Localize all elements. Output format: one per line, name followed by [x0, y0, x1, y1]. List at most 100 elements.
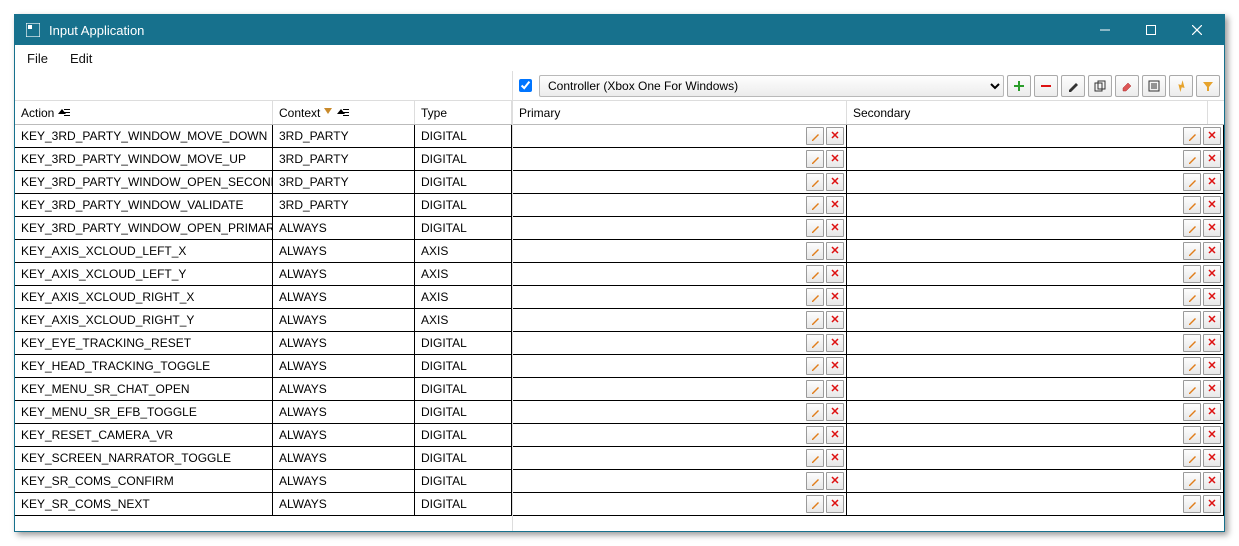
edit-binding-button[interactable]	[806, 196, 824, 214]
edit-binding-button[interactable]	[806, 495, 824, 513]
edit-binding-button[interactable]	[1183, 334, 1201, 352]
clear-binding-button[interactable]: ✕	[1203, 334, 1221, 352]
header-action[interactable]: Action	[15, 101, 273, 124]
edit-binding-button[interactable]	[1183, 219, 1201, 237]
table-row[interactable]: KEY_3RD_PARTY_WINDOW_MOVE_DOWN3RD_PARTYD…	[15, 125, 512, 148]
right-rows[interactable]: ✕ ✕ ✕ ✕ ✕ ✕ ✕ ✕ ✕ ✕ ✕ ✕ ✕ ✕ ✕ ✕ ✕ ✕ ✕ ✕ ✕ ✕ ✕ ✕ ✕ ✕ ✕ ✕ ✕ ✕ ✕ ✕ ✕ ✕	[513, 125, 1224, 531]
edit-binding-button[interactable]	[1183, 403, 1201, 421]
edit-binding-button[interactable]	[806, 403, 824, 421]
edit-button[interactable]	[1061, 75, 1085, 97]
clear-binding-button[interactable]: ✕	[826, 127, 844, 145]
clear-binding-button[interactable]: ✕	[1203, 357, 1221, 375]
copy-button[interactable]	[1088, 75, 1112, 97]
table-row[interactable]: KEY_AXIS_XCLOUD_RIGHT_XALWAYSAXIS	[15, 286, 512, 309]
remove-button[interactable]	[1034, 75, 1058, 97]
filter-button[interactable]	[1196, 75, 1220, 97]
edit-binding-button[interactable]	[1183, 426, 1201, 444]
edit-binding-button[interactable]	[806, 426, 824, 444]
table-row[interactable]: KEY_EYE_TRACKING_RESETALWAYSDIGITAL	[15, 332, 512, 355]
edit-binding-button[interactable]	[1183, 150, 1201, 168]
minimize-button[interactable]	[1082, 15, 1128, 45]
header-secondary[interactable]: Secondary	[847, 101, 1208, 124]
edit-binding-button[interactable]	[806, 357, 824, 375]
clear-binding-button[interactable]: ✕	[1203, 265, 1221, 283]
edit-binding-button[interactable]	[1183, 127, 1201, 145]
table-row[interactable]: KEY_MENU_SR_EFB_TOGGLEALWAYSDIGITAL	[15, 401, 512, 424]
clear-binding-button[interactable]: ✕	[826, 380, 844, 398]
edit-binding-button[interactable]	[1183, 288, 1201, 306]
table-row[interactable]: KEY_SCREEN_NARRATOR_TOGGLEALWAYSDIGITAL	[15, 447, 512, 470]
edit-binding-button[interactable]	[1183, 265, 1201, 283]
edit-binding-button[interactable]	[806, 150, 824, 168]
list-button[interactable]	[1142, 75, 1166, 97]
edit-binding-button[interactable]	[806, 472, 824, 490]
clear-binding-button[interactable]: ✕	[1203, 173, 1221, 191]
add-button[interactable]	[1007, 75, 1031, 97]
sort-icon[interactable]	[58, 108, 68, 118]
clear-binding-button[interactable]: ✕	[1203, 403, 1221, 421]
clear-binding-button[interactable]: ✕	[1203, 311, 1221, 329]
clear-binding-button[interactable]: ✕	[826, 403, 844, 421]
clear-binding-button[interactable]: ✕	[1203, 472, 1221, 490]
edit-binding-button[interactable]	[806, 265, 824, 283]
clear-binding-button[interactable]: ✕	[1203, 127, 1221, 145]
edit-binding-button[interactable]	[1183, 311, 1201, 329]
clear-binding-button[interactable]: ✕	[1203, 380, 1221, 398]
edit-binding-button[interactable]	[806, 311, 824, 329]
table-row[interactable]: KEY_3RD_PARTY_WINDOW_VALIDATE3RD_PARTYDI…	[15, 194, 512, 217]
clear-binding-button[interactable]: ✕	[826, 173, 844, 191]
device-select[interactable]: Controller (Xbox One For Windows)	[539, 75, 1004, 97]
clear-binding-button[interactable]: ✕	[1203, 150, 1221, 168]
table-row[interactable]: KEY_3RD_PARTY_WINDOW_OPEN_PRIMARYALWAYSD…	[15, 217, 512, 240]
edit-binding-button[interactable]	[806, 334, 824, 352]
clear-binding-button[interactable]: ✕	[826, 219, 844, 237]
table-row[interactable]: KEY_AXIS_XCLOUD_RIGHT_YALWAYSAXIS	[15, 309, 512, 332]
device-enable-checkbox[interactable]	[519, 79, 532, 92]
edit-binding-button[interactable]	[806, 127, 824, 145]
clear-binding-button[interactable]: ✕	[826, 495, 844, 513]
clear-binding-button[interactable]: ✕	[1203, 288, 1221, 306]
filter-icon[interactable]	[324, 108, 333, 117]
clear-binding-button[interactable]: ✕	[826, 334, 844, 352]
edit-binding-button[interactable]	[1183, 196, 1201, 214]
clear-binding-button[interactable]: ✕	[826, 449, 844, 467]
erase-button[interactable]	[1115, 75, 1139, 97]
header-primary[interactable]: Primary	[513, 101, 847, 124]
edit-binding-button[interactable]	[1183, 242, 1201, 260]
edit-binding-button[interactable]	[1183, 472, 1201, 490]
edit-binding-button[interactable]	[1183, 495, 1201, 513]
clear-binding-button[interactable]: ✕	[826, 357, 844, 375]
table-row[interactable]: KEY_MENU_SR_CHAT_OPENALWAYSDIGITAL	[15, 378, 512, 401]
maximize-button[interactable]	[1128, 15, 1174, 45]
clear-binding-button[interactable]: ✕	[1203, 219, 1221, 237]
clear-binding-button[interactable]: ✕	[1203, 495, 1221, 513]
clear-binding-button[interactable]: ✕	[1203, 242, 1221, 260]
table-row[interactable]: KEY_AXIS_XCLOUD_LEFT_XALWAYSAXIS	[15, 240, 512, 263]
table-row[interactable]: KEY_SR_COMS_NEXTALWAYSDIGITAL	[15, 493, 512, 516]
flash-button[interactable]	[1169, 75, 1193, 97]
edit-binding-button[interactable]	[1183, 357, 1201, 375]
clear-binding-button[interactable]: ✕	[1203, 426, 1221, 444]
clear-binding-button[interactable]: ✕	[1203, 196, 1221, 214]
edit-binding-button[interactable]	[806, 288, 824, 306]
clear-binding-button[interactable]: ✕	[826, 426, 844, 444]
edit-binding-button[interactable]	[806, 449, 824, 467]
clear-binding-button[interactable]: ✕	[826, 242, 844, 260]
clear-binding-button[interactable]: ✕	[826, 472, 844, 490]
sort-icon[interactable]	[337, 108, 347, 118]
clear-binding-button[interactable]: ✕	[826, 150, 844, 168]
edit-binding-button[interactable]	[806, 380, 824, 398]
edit-binding-button[interactable]	[806, 242, 824, 260]
header-type[interactable]: Type	[415, 101, 512, 124]
clear-binding-button[interactable]: ✕	[826, 288, 844, 306]
edit-binding-button[interactable]	[1183, 449, 1201, 467]
clear-binding-button[interactable]: ✕	[826, 265, 844, 283]
edit-binding-button[interactable]	[806, 173, 824, 191]
clear-binding-button[interactable]: ✕	[826, 196, 844, 214]
table-row[interactable]: KEY_HEAD_TRACKING_TOGGLEALWAYSDIGITAL	[15, 355, 512, 378]
clear-binding-button[interactable]: ✕	[826, 311, 844, 329]
menu-file[interactable]: File	[23, 49, 52, 68]
clear-binding-button[interactable]: ✕	[1203, 449, 1221, 467]
table-row[interactable]: KEY_AXIS_XCLOUD_LEFT_YALWAYSAXIS	[15, 263, 512, 286]
header-context[interactable]: Context	[273, 101, 415, 124]
